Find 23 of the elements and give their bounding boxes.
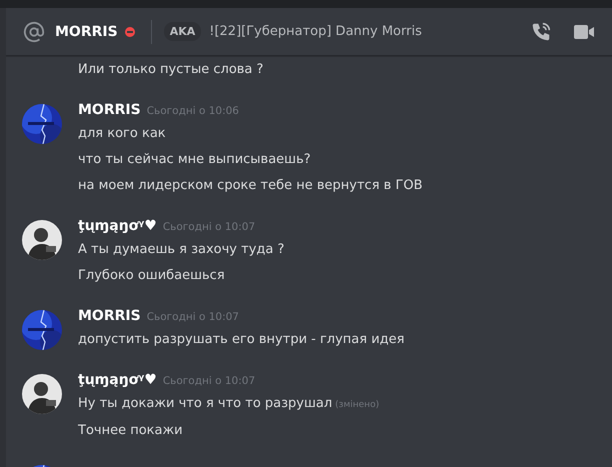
message-text: Глубоко ошибаешься: [78, 268, 225, 283]
at-sign-icon: [23, 20, 45, 42]
phone-call-icon[interactable]: [530, 20, 552, 42]
message-text: допустить разрушать его внутри - глупая идея: [78, 332, 404, 347]
timestamp: Сьогодні о 10:06: [146, 105, 239, 117]
message-text: Или только пустые слова ?: [78, 61, 264, 79]
author-name[interactable]: ţųɱąŋơᵞ♥: [78, 372, 157, 388]
timestamp: Сьогодні о 10:07: [146, 311, 239, 323]
author-name[interactable]: MORRIS: [78, 308, 141, 324]
message-text: для кого как: [78, 126, 166, 141]
message-text: Точнее покажи: [78, 423, 183, 438]
author-name[interactable]: MORRIS: [78, 102, 141, 118]
message-text: Ну ты докажи что я что то разрушал: [78, 396, 332, 411]
nickname: ![22][Губернатор] Danny Morris: [209, 24, 422, 39]
message-text: на моем лидерском сроке тебе не вернутся в ГОВ: [78, 178, 423, 193]
author-name[interactable]: ţųɱąŋơᵞ♥: [78, 218, 157, 234]
username: MORRIS: [55, 24, 118, 40]
aka-badge: AKA: [164, 22, 202, 41]
timestamp: Сьогодні о 10:07: [162, 375, 256, 387]
timestamp: Сьогодні о 10:07: [162, 221, 256, 233]
message-text: А ты думаешь я захочу туда ?: [78, 242, 284, 257]
edited-label: (змінено): [335, 400, 380, 410]
message-text: что ты сейчас мне выписываешь?: [78, 152, 311, 167]
